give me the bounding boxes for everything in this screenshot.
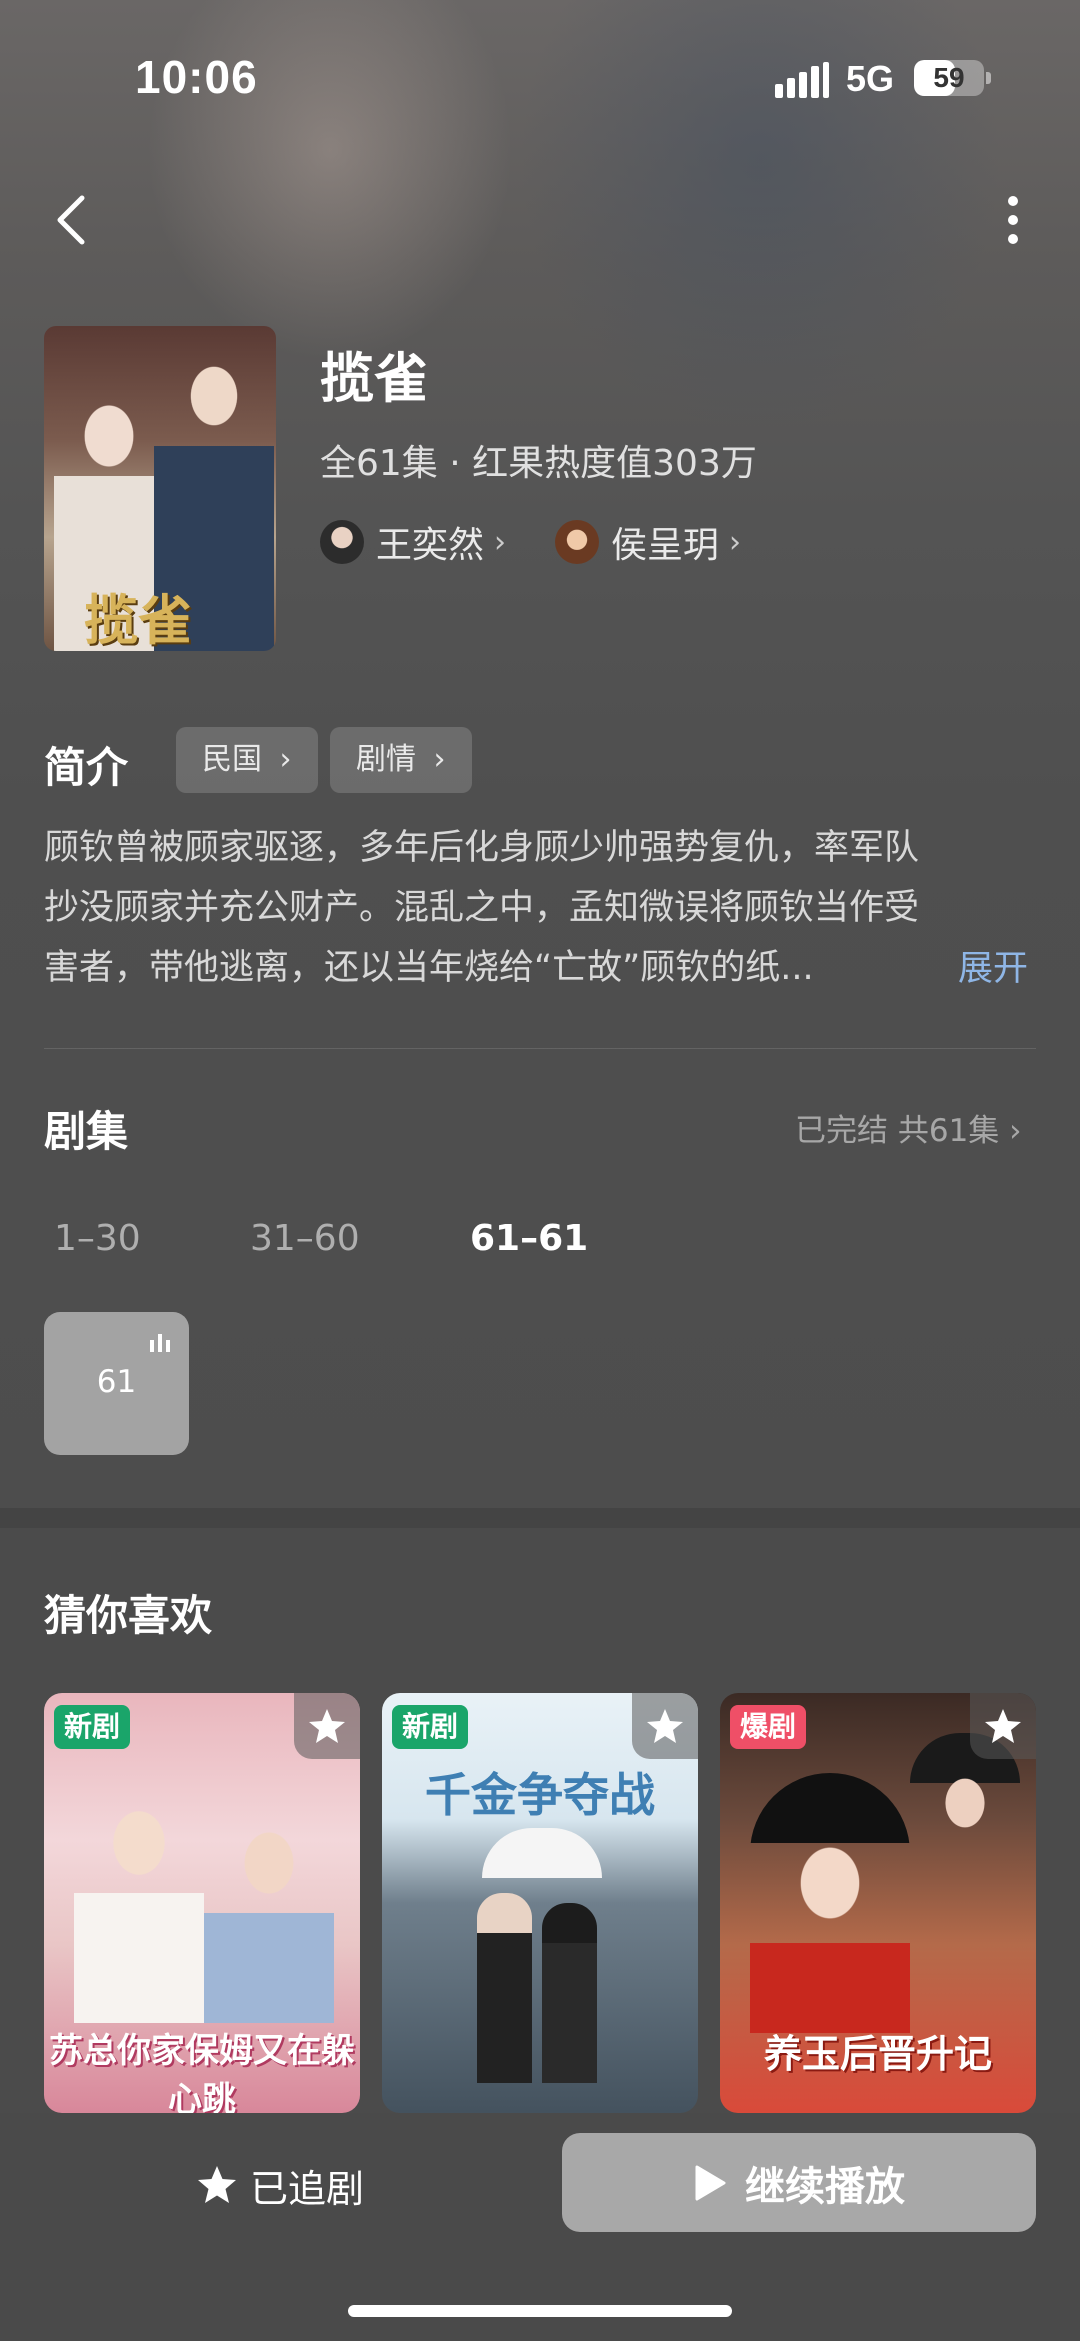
battery-level: 59 (933, 62, 965, 93)
card-title-art: 苏总你家保姆又在躲心跳 (49, 2031, 355, 2113)
episode-range-tab[interactable]: 31–60 (250, 1218, 360, 1259)
cover-title-art: 揽雀 (84, 588, 192, 651)
signal-icon (775, 62, 829, 98)
favorite-button[interactable] (632, 1693, 698, 1759)
chevron-left-icon (57, 195, 85, 245)
tag-label: 民国 (202, 742, 262, 777)
status-time: 10:06 (135, 51, 258, 103)
hero-background (0, 0, 1080, 1510)
avatar (555, 520, 599, 564)
section-divider (0, 1508, 1080, 1528)
playing-bars-icon (150, 1334, 172, 1352)
episode-tile[interactable]: 61 (44, 1312, 189, 1455)
new-badge: 新剧 (392, 1705, 469, 1749)
drama-cover[interactable]: 揽雀 (44, 326, 276, 651)
episodes-status-link[interactable]: 已完结 共61集 › (795, 1105, 1022, 1150)
card-figure (910, 1733, 1020, 1933)
genre-tag[interactable]: 民国 › (176, 727, 318, 793)
synopsis-line: 顾钦曾被顾家驱逐，多年后化身顾少帅强势复仇，率军队 (44, 828, 920, 868)
avatar (320, 520, 364, 564)
back-button[interactable] (48, 190, 98, 250)
actor-name: 王奕然 (376, 525, 485, 566)
play-icon (695, 2165, 726, 2200)
battery-icon: 59 (914, 60, 984, 96)
divider (44, 1048, 1036, 1049)
battery-tip (986, 72, 991, 84)
star-icon (647, 1709, 683, 1743)
more-dot (1008, 234, 1018, 244)
episode-range-tab-active[interactable]: 61–61 (470, 1218, 588, 1259)
card-title-art: 千金争夺战 (425, 1768, 655, 1822)
card-title-art: 养玉后晋升记 (763, 2031, 992, 2076)
network-type: 5G (846, 58, 895, 99)
chevron-right-icon: › (279, 742, 292, 777)
new-badge: 新剧 (54, 1705, 131, 1749)
more-dot (1008, 215, 1018, 225)
tag-label: 剧情 (356, 742, 416, 777)
actor-name: 侯呈玥 (611, 525, 720, 566)
actor-link[interactable]: 侯呈玥 › (555, 517, 741, 567)
favorite-button[interactable] (294, 1693, 360, 1759)
card-figure (74, 1783, 204, 2023)
chevron-right-icon: › (729, 524, 742, 560)
favorite-button[interactable] (970, 1693, 1036, 1759)
umbrella-shape (482, 1828, 602, 1878)
hot-badge: 爆剧 (730, 1705, 807, 1749)
continue-play-button[interactable]: 继续播放 (562, 2133, 1036, 2232)
card-figure (542, 1903, 597, 2083)
synopsis-line: 害者，带他逃离，还以当年烧给“亡故”顾钦的纸... (44, 948, 814, 988)
chevron-right-icon: › (433, 742, 446, 777)
recommendations-title: 猜你喜欢 (44, 1591, 213, 1640)
play-label: 继续播放 (745, 2163, 905, 2210)
synopsis-text: 顾钦曾被顾家驱逐，多年后化身顾少帅强势复仇，率军队 抄没顾家并充公财产。混乱之中… (44, 818, 1024, 998)
recommendation-card[interactable]: 千金争夺战 新剧 (382, 1693, 698, 2113)
synopsis-line: 抄没顾家并充公财产。混乱之中，孟知微误将顾钦当作受 (44, 888, 920, 928)
drama-title: 揽雀 (320, 347, 428, 410)
follow-button[interactable]: 已追剧 (196, 2160, 365, 2211)
genre-tag[interactable]: 剧情 › (330, 727, 472, 793)
recommendation-card[interactable]: 养玉后晋升记 爆剧 (720, 1693, 1036, 2113)
episode-number: 61 (96, 1364, 137, 1400)
actor-link[interactable]: 王奕然 › (320, 517, 506, 567)
more-vertical-icon (1008, 196, 1018, 206)
home-indicator[interactable] (348, 2305, 732, 2317)
chevron-right-icon: › (494, 524, 507, 560)
star-icon (309, 1709, 345, 1743)
episode-range-tab[interactable]: 1–30 (54, 1218, 141, 1259)
more-button[interactable] (998, 190, 1028, 250)
star-icon (198, 2166, 236, 2203)
recommendation-card[interactable]: 苏总你家保姆又在躲心跳 新剧 (44, 1693, 360, 2113)
card-figure (477, 1893, 532, 2083)
card-figure (750, 1773, 910, 2033)
star-icon (985, 1709, 1021, 1743)
drama-meta: 全61集 · 红果热度值303万 (320, 443, 757, 484)
synopsis-title: 简介 (44, 743, 129, 792)
episodes-title: 剧集 (44, 1107, 129, 1156)
card-figure (204, 1803, 334, 2023)
follow-label: 已追剧 (250, 2166, 365, 2211)
expand-link[interactable]: 展开 (958, 940, 1028, 991)
